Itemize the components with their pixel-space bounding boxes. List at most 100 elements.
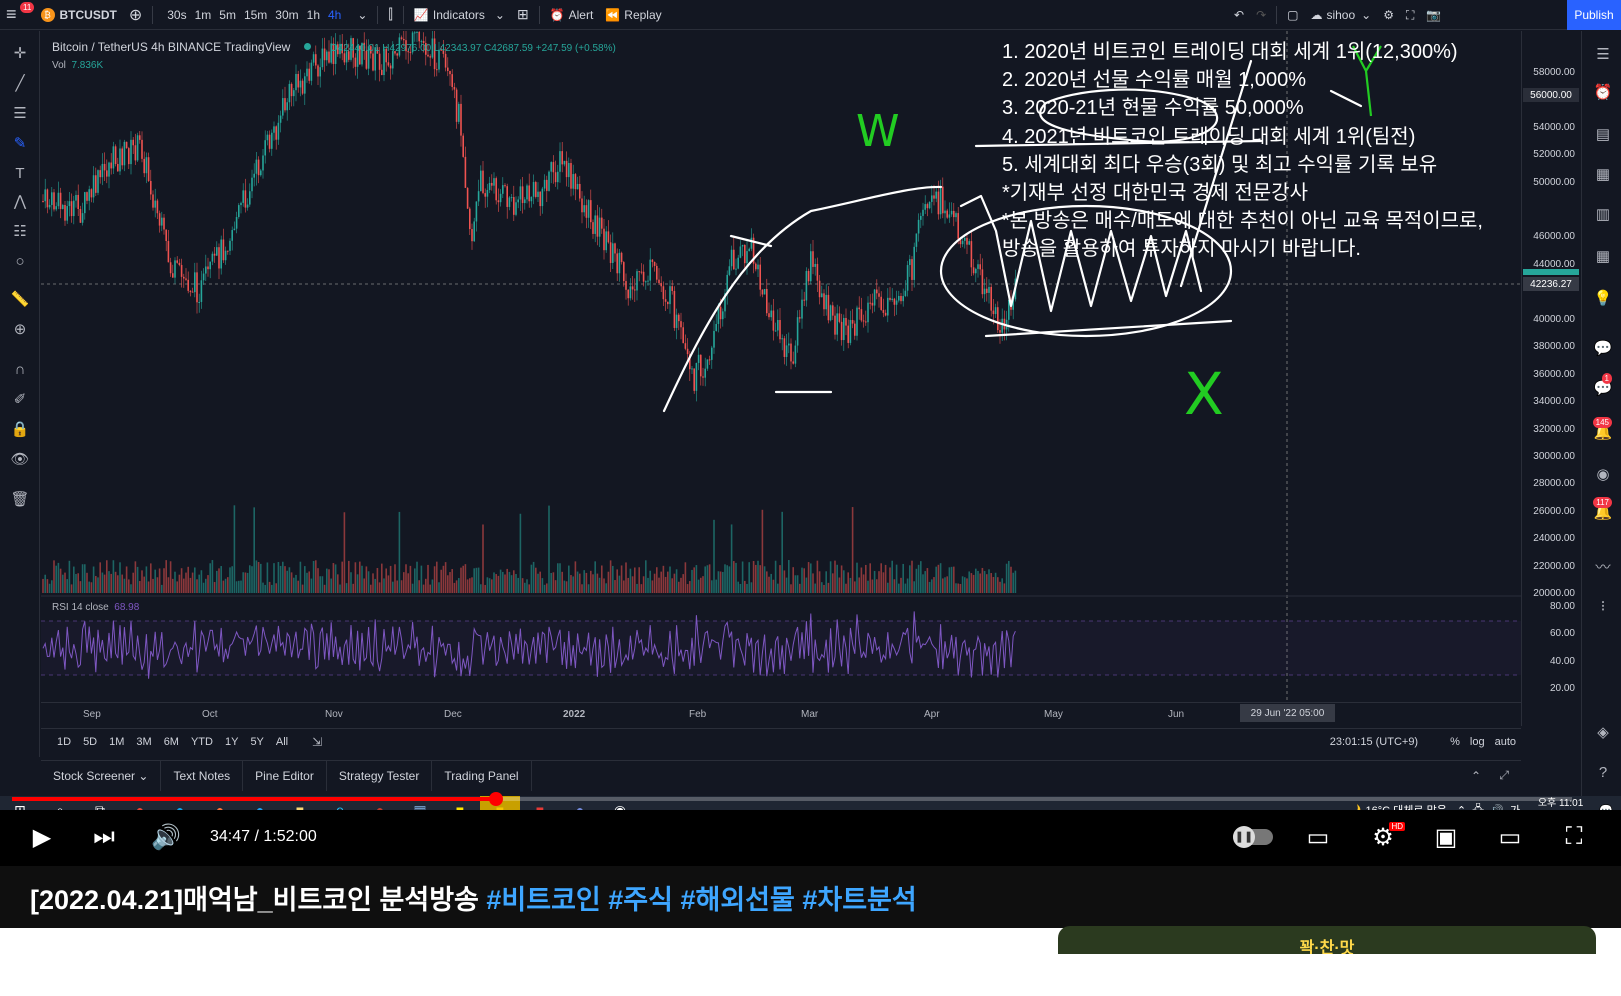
calendar-icon[interactable]: ▦ — [1592, 163, 1614, 185]
bell-icon[interactable]: 🔔 117 — [1592, 497, 1614, 523]
candle-body — [101, 163, 104, 178]
notifications-icon[interactable]: 🔔 145 — [1592, 417, 1614, 443]
chat-icon[interactable]: 💬 — [1592, 337, 1614, 359]
timeframe-1h[interactable]: 1h — [303, 8, 324, 22]
trend-icon[interactable]: 〰 — [1592, 555, 1614, 577]
maximize-icon[interactable]: ⤢ — [1499, 768, 1509, 783]
log-toggle[interactable]: log — [1465, 736, 1490, 748]
undo-button[interactable]: ↶ — [1228, 0, 1250, 30]
compare-button[interactable]: ⊕ — [123, 0, 148, 30]
range-all[interactable]: All — [270, 736, 294, 748]
news-icon[interactable]: ▥ — [1592, 203, 1614, 225]
layouts-button[interactable]: ⊞ — [511, 0, 535, 30]
range-1y[interactable]: 1Y — [219, 736, 244, 748]
range-3m[interactable]: 3M — [130, 736, 157, 748]
tab-pine-editor[interactable]: Pine Editor — [243, 760, 327, 791]
range-1m[interactable]: 1M — [103, 736, 130, 748]
timeframe-30m[interactable]: 30m — [271, 8, 302, 22]
watchlist-icon[interactable]: ☰ — [1592, 43, 1614, 65]
zoom-icon[interactable]: ⊕ — [10, 319, 30, 339]
price-axis[interactable]: 58000.00 54000.00 52000.00 50000.00 46000.00… — [1521, 31, 1579, 726]
range-6m[interactable]: 6M — [158, 736, 185, 748]
alert-button[interactable]: ⏰ Alert — [544, 0, 600, 30]
brush-icon[interactable]: ✎ — [10, 133, 30, 153]
volume-bar — [810, 563, 812, 593]
replay-button[interactable]: ⏪ Replay — [599, 0, 667, 30]
candle-body — [218, 247, 220, 269]
crosshair-icon[interactable]: ✛ — [10, 43, 30, 63]
streams-icon[interactable]: ◉ — [1592, 463, 1614, 485]
tab-stock-screener[interactable]: Stock Screener ⌄ — [41, 760, 162, 791]
settings-button[interactable]: ⚙ — [1377, 0, 1400, 30]
hashtag-link[interactable]: #차트분석 — [802, 885, 916, 915]
mute-button[interactable]: 🔊 — [148, 822, 184, 852]
volume-bar — [537, 573, 539, 593]
redo-button[interactable]: ↷ — [1250, 0, 1272, 30]
next-button[interactable]: ⏭ — [86, 822, 122, 852]
snapshot-button[interactable]: 📷 — [1420, 0, 1447, 30]
chevron-up-icon[interactable]: ⌃ — [1471, 769, 1481, 783]
play-button[interactable]: ▶ — [24, 822, 60, 852]
alerts-clock-icon[interactable]: ⏰ — [1592, 81, 1614, 103]
chevron-down-icon: ⌄ — [494, 7, 505, 22]
timeframe-30s[interactable]: 30s — [163, 8, 190, 22]
timeframe-15m[interactable]: 15m — [240, 8, 271, 22]
range-ytd[interactable]: YTD — [185, 736, 219, 748]
range-5d[interactable]: 5D — [77, 736, 103, 748]
ruler-icon[interactable]: 📏 — [10, 289, 30, 309]
range-1d[interactable]: 1D — [51, 736, 77, 748]
volume-bar — [295, 574, 297, 593]
timeframe-1m[interactable]: 1m — [191, 8, 216, 22]
volume-bar — [257, 562, 260, 593]
candle-body — [42, 201, 44, 202]
percent-toggle[interactable]: % — [1445, 736, 1465, 748]
prediction-icon[interactable]: ☷ — [10, 221, 30, 241]
magnet-icon[interactable]: ∩ — [10, 359, 30, 379]
hashtag-link[interactable]: #비트코인 — [486, 885, 608, 915]
shapes-icon[interactable]: ○ — [10, 251, 30, 271]
fullscreen-button[interactable]: ⛶ — [1400, 0, 1420, 30]
eye-icon[interactable]: 👁 — [10, 449, 30, 469]
help-icon[interactable]: ? — [1592, 761, 1614, 783]
dom-icon[interactable]: ⁝ — [1592, 595, 1614, 617]
tab-strategy-tester[interactable]: Strategy Tester — [327, 760, 433, 791]
chart-type-button[interactable]: ⫿ — [382, 0, 398, 30]
pattern-icon[interactable]: ⋀ — [10, 191, 30, 211]
menu-button[interactable]: ≡ 11 — [0, 0, 35, 30]
lock-icon[interactable]: 🔒 — [10, 419, 30, 439]
indicators-button[interactable]: 📈 Indicators ⌄ — [408, 0, 511, 30]
messages-icon[interactable]: 💬 1 — [1592, 373, 1614, 399]
miniplayer-button[interactable]: ▣ — [1428, 822, 1464, 852]
lines-icon[interactable]: ☰ — [10, 103, 30, 123]
auto-toggle[interactable]: auto — [1490, 736, 1521, 748]
data-window-icon[interactable]: ▤ — [1592, 123, 1614, 145]
trash-icon[interactable]: 🗑 — [10, 489, 30, 509]
hashtag-link[interactable]: #주식 — [608, 885, 680, 915]
timeframe-4h[interactable]: 4h — [324, 8, 345, 22]
lock-drawing-icon[interactable]: ✐ — [10, 389, 30, 409]
layers-icon[interactable]: ◈ — [1592, 721, 1614, 743]
autoplay-toggle[interactable]: ❚❚ — [1230, 822, 1276, 852]
volume-bar — [557, 563, 559, 593]
tab-trading-panel[interactable]: Trading Panel — [432, 760, 532, 791]
fullscreen-player-button[interactable]: ⛶ — [1556, 822, 1592, 852]
youtube-scrubber[interactable] — [488, 792, 503, 806]
trendline-icon[interactable]: ╱ — [10, 73, 30, 93]
timeframe-dropdown[interactable]: ⌄ — [351, 0, 373, 30]
youtube-progress-bar[interactable] — [12, 792, 1572, 806]
theater-button[interactable]: ▭ — [1492, 822, 1528, 852]
user-menu[interactable]: ☁ sihoo ⌄ — [1304, 0, 1377, 30]
subtitles-button[interactable]: ▭ — [1300, 822, 1336, 852]
settings-player-button[interactable]: ⚙ HD — [1365, 822, 1405, 852]
ideas-icon[interactable]: 💡 — [1592, 287, 1614, 309]
symbol-search[interactable]: ₿ BTCUSDT — [35, 0, 123, 30]
layout-button[interactable]: ▢ — [1281, 0, 1304, 30]
hotlist-icon[interactable]: ▦ — [1592, 245, 1614, 267]
hashtag-link[interactable]: #해외선물 — [680, 885, 802, 915]
goto-date-icon[interactable]: ⇲ — [312, 735, 322, 749]
text-icon[interactable]: T — [10, 163, 30, 183]
publish-button[interactable]: Publish — [1567, 0, 1621, 30]
timeframe-5m[interactable]: 5m — [215, 8, 240, 22]
tab-text-notes[interactable]: Text Notes — [161, 760, 244, 791]
range-5y[interactable]: 5Y — [244, 736, 269, 748]
